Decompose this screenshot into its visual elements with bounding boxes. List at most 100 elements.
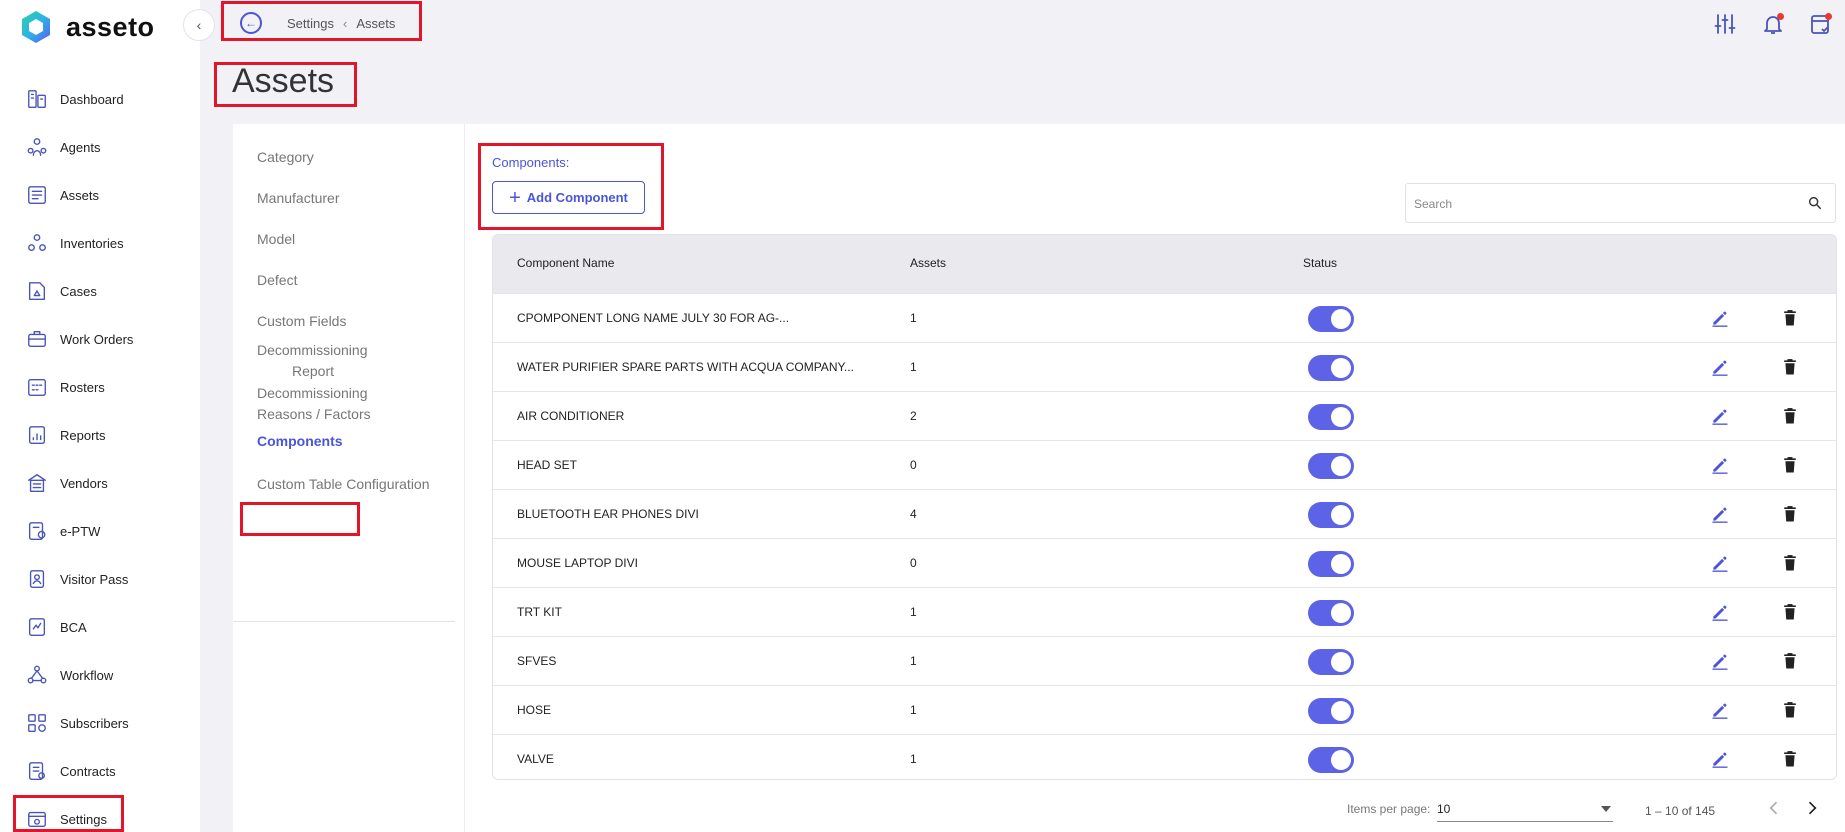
- edit-icon[interactable]: [1710, 308, 1730, 328]
- breadcrumb-parent[interactable]: Settings: [287, 16, 334, 31]
- delete-icon[interactable]: [1780, 504, 1800, 524]
- visitor-pass-icon: [26, 568, 48, 590]
- component-name-cell: AIR CONDITIONER: [517, 409, 625, 423]
- items-per-page-label: Items per page:: [1347, 802, 1431, 816]
- status-toggle[interactable]: [1308, 551, 1354, 577]
- sidebar-item-settings[interactable]: Settings: [0, 795, 200, 832]
- status-toggle[interactable]: [1308, 453, 1354, 479]
- subnav-item-components[interactable]: Components: [257, 431, 343, 452]
- next-page-icon[interactable]: [1802, 798, 1822, 818]
- table-row: CPOMPONENT LONG NAME JULY 30 FOR AG-... 1: [493, 293, 1836, 342]
- sidebar-item-contracts[interactable]: Contracts: [0, 747, 200, 795]
- sidebar-item-dashboard[interactable]: Dashboard: [0, 75, 200, 123]
- breadcrumb-current: Assets: [356, 15, 396, 31]
- paginator: Items per page: 10 1 – 10 of 145: [492, 792, 1837, 824]
- sidebar-item-label: BCA: [60, 619, 87, 635]
- subnav-item-manufacturer[interactable]: Manufacturer: [257, 188, 339, 209]
- component-name-cell: VALVE: [517, 752, 554, 766]
- items-per-page-select[interactable]: 10: [1437, 798, 1613, 822]
- subnav-item-category[interactable]: Category: [257, 147, 314, 168]
- subnav-item-decommissioning[interactable]: Decommissioning Report: [257, 340, 367, 382]
- status-toggle[interactable]: [1308, 649, 1354, 675]
- eptw-icon: [26, 520, 48, 542]
- sidebar-item-work-orders[interactable]: Work Orders: [0, 315, 200, 363]
- dropdown-arrow-icon: [1601, 806, 1611, 812]
- edit-icon[interactable]: [1710, 700, 1730, 720]
- delete-icon[interactable]: [1780, 651, 1800, 671]
- component-name-cell: WATER PURIFIER SPARE PARTS WITH ACQUA CO…: [517, 360, 854, 374]
- subnav-item-defect[interactable]: Defect: [257, 270, 297, 291]
- table-header: Component Name Assets Status: [493, 235, 1836, 293]
- page-range-label: 1 – 10 of 145: [1645, 804, 1716, 818]
- edit-icon[interactable]: [1710, 553, 1730, 573]
- status-toggle[interactable]: [1308, 698, 1354, 724]
- subnav-item-model[interactable]: Model: [257, 229, 295, 250]
- subnav-item-label: Manufacturer: [257, 190, 340, 206]
- logo[interactable]: asseto: [18, 8, 155, 46]
- agents-icon: [26, 136, 48, 158]
- edit-icon[interactable]: [1710, 406, 1730, 426]
- sidebar-item-agents[interactable]: Agents: [0, 123, 200, 171]
- search-icon[interactable]: [1807, 195, 1823, 211]
- delete-icon[interactable]: [1780, 553, 1800, 573]
- sidebar: asseto Dashboard Agents Assets Inventories C…: [0, 0, 200, 832]
- calendar-check-icon[interactable]: [1809, 12, 1833, 36]
- subnav-item-decommissioning[interactable]: Decommissioning Reasons / Factors: [257, 383, 371, 425]
- edit-icon[interactable]: [1710, 602, 1730, 622]
- sidebar-item-e-ptw[interactable]: e-PTW: [0, 507, 200, 555]
- plus-icon: +: [509, 186, 521, 209]
- sidebar-item-inventories[interactable]: Inventories: [0, 219, 200, 267]
- sidebar-item-bca[interactable]: BCA: [0, 603, 200, 651]
- sidebar-item-subscribers[interactable]: Subscribers: [0, 699, 200, 747]
- collapse-sidebar-button[interactable]: ‹: [183, 9, 215, 41]
- header-status[interactable]: Status: [1303, 256, 1337, 270]
- edit-icon[interactable]: [1710, 504, 1730, 524]
- edit-icon[interactable]: [1710, 651, 1730, 671]
- sidebar-item-cases[interactable]: Cases: [0, 267, 200, 315]
- header-component-name[interactable]: Component Name: [517, 256, 614, 270]
- sidebar-item-visitor-pass[interactable]: Visitor Pass: [0, 555, 200, 603]
- sidebar-item-label: Settings: [60, 811, 107, 827]
- delete-icon[interactable]: [1780, 455, 1800, 475]
- delete-icon[interactable]: [1780, 308, 1800, 328]
- status-toggle[interactable]: [1308, 306, 1354, 332]
- back-arrow-icon[interactable]: ←: [240, 12, 262, 34]
- notification-bell-icon[interactable]: [1761, 12, 1785, 36]
- sidebar-item-label: Agents: [60, 139, 101, 155]
- delete-icon[interactable]: [1780, 749, 1800, 769]
- edit-icon[interactable]: [1710, 455, 1730, 475]
- assets-count-cell: 0: [910, 458, 917, 472]
- header-assets[interactable]: Assets: [910, 256, 946, 270]
- delete-icon[interactable]: [1780, 700, 1800, 720]
- search-input[interactable]: [1414, 194, 1794, 214]
- previous-page-icon[interactable]: [1764, 798, 1784, 818]
- assets-count-cell: 2: [910, 409, 917, 423]
- delete-icon[interactable]: [1780, 357, 1800, 377]
- filter-sliders-icon[interactable]: [1713, 12, 1737, 36]
- status-toggle[interactable]: [1308, 600, 1354, 626]
- subnav-divider: [464, 124, 465, 832]
- add-component-button[interactable]: + Add Component: [492, 181, 645, 214]
- sidebar-item-rosters[interactable]: Rosters: [0, 363, 200, 411]
- subnav-item-custom-table-configuration[interactable]: Custom Table Configuration: [257, 474, 430, 495]
- subnav-item-label: Custom Table Configuration: [257, 476, 430, 492]
- status-toggle[interactable]: [1308, 404, 1354, 430]
- subnav-item-custom-fields[interactable]: Custom Fields: [257, 311, 346, 332]
- components-panel: Components: + Add Component Component Na…: [492, 124, 1837, 832]
- status-toggle[interactable]: [1308, 355, 1354, 381]
- sidebar-item-vendors[interactable]: Vendors: [0, 459, 200, 507]
- status-toggle[interactable]: [1308, 747, 1354, 773]
- delete-icon[interactable]: [1780, 602, 1800, 622]
- sidebar-item-assets[interactable]: Assets: [0, 171, 200, 219]
- vendors-icon: [26, 472, 48, 494]
- logo-icon: [22, 11, 50, 43]
- bca-icon: [26, 616, 48, 638]
- delete-icon[interactable]: [1780, 406, 1800, 426]
- status-toggle[interactable]: [1308, 502, 1354, 528]
- sidebar-item-reports[interactable]: Reports: [0, 411, 200, 459]
- chevron-left-icon: ‹: [196, 17, 202, 33]
- sidebar-item-workflow[interactable]: Workflow: [0, 651, 200, 699]
- subscribers-icon: [26, 712, 48, 734]
- edit-icon[interactable]: [1710, 357, 1730, 377]
- edit-icon[interactable]: [1710, 749, 1730, 769]
